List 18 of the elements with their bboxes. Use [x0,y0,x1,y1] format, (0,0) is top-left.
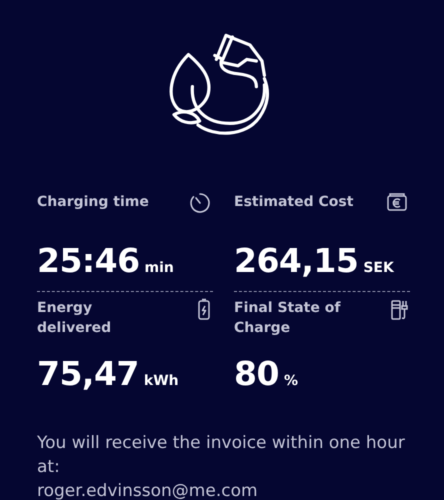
stat-value: 75,47 [37,357,139,390]
stat-value: 264,15 [234,244,358,277]
charger-icon [390,298,408,320]
stat-unit: % [284,372,298,391]
stat-label: Energy delivered [37,299,112,338]
stat-unit: kWh [144,372,179,391]
stat-value: 80 [234,357,279,390]
invoice-message: You will receive the invoice within one hour at: [37,432,406,479]
wallet-icon [386,192,408,212]
stat-unit: min [144,259,174,278]
timer-icon [189,192,211,214]
stat-label: Final State of Charge [234,299,342,338]
stat-unit: SEK [363,259,394,278]
stat-value: 25:46 [37,244,140,277]
battery-icon [197,298,211,320]
email-address: roger.edvinsson@me.com [37,480,259,500]
stat-label: Estimated Cost [234,193,354,212]
stat-label: Charging time [37,193,149,212]
